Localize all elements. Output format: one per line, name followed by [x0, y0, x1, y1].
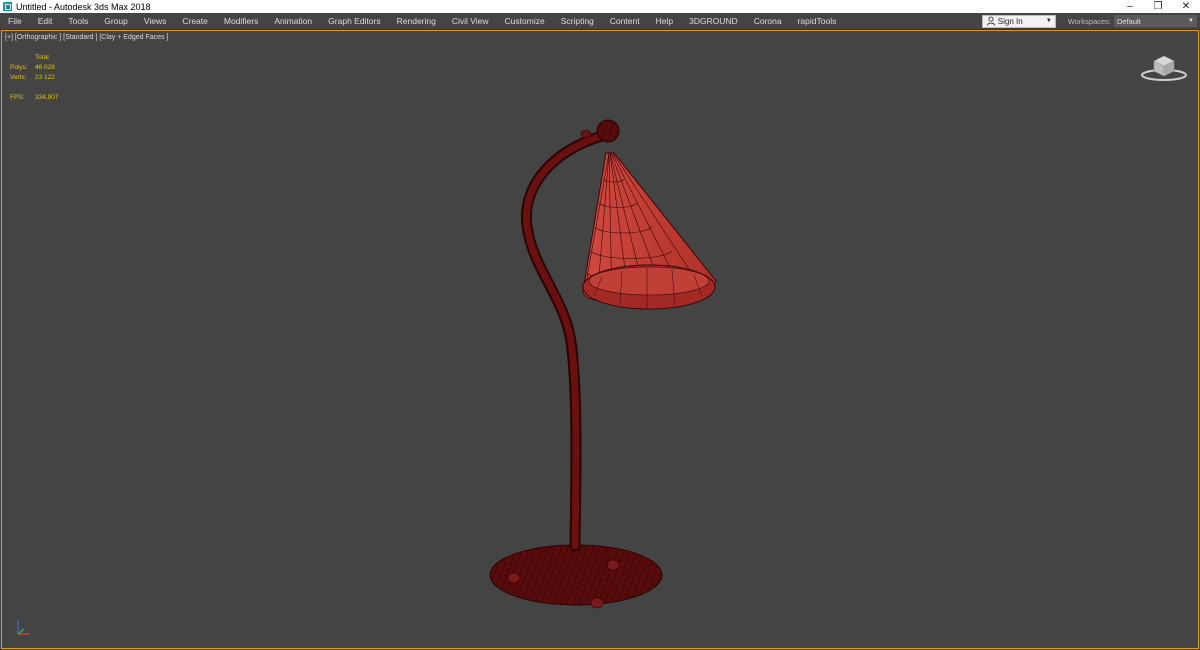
base-screw	[507, 572, 521, 584]
menu-corona[interactable]: Corona	[746, 13, 790, 29]
lamp-stem-highlight	[522, 132, 606, 550]
chevron-down-icon: ▼	[1188, 18, 1194, 24]
menu-views[interactable]: Views	[136, 13, 175, 29]
menu-file[interactable]: File	[0, 13, 30, 29]
menu-bar: File Edit Tools Group Views Create Modif…	[0, 13, 1200, 30]
menu-tools[interactable]: Tools	[60, 13, 96, 29]
sign-in-dropdown[interactable]: Sign In ▼	[981, 14, 1056, 28]
statistics-overlay: Total Polys: 46 028 Verts: 23 122 FPS: 3…	[10, 53, 75, 103]
verts-value: 23 122	[35, 74, 55, 81]
lamp-stem	[520, 130, 608, 552]
desk-lamp-model[interactable]	[472, 91, 732, 631]
polys-label: Polys:	[10, 64, 28, 71]
user-icon	[986, 16, 996, 26]
fps-label: FPS:	[10, 94, 25, 101]
base-screw	[606, 559, 620, 571]
window-title: Untitled - Autodesk 3ds Max 2018	[16, 1, 151, 12]
chevron-down-icon: ▼	[1045, 18, 1052, 24]
menu-animation[interactable]: Animation	[266, 13, 320, 29]
menu-modifiers[interactable]: Modifiers	[216, 13, 266, 29]
workspace-select[interactable]: Default ▼	[1114, 15, 1197, 27]
viewport-label-menu[interactable]: [+] [Orthographic ] [Standard ] [Clay + …	[5, 34, 168, 41]
menu-help[interactable]: Help	[648, 13, 681, 29]
lamp-joint	[596, 119, 620, 143]
axis-tripod-icon	[17, 620, 30, 635]
menu-customize[interactable]: Customize	[497, 13, 553, 29]
menu-create[interactable]: Create	[174, 13, 216, 29]
base-screw	[590, 597, 604, 609]
restore-button[interactable]: ❐	[1144, 0, 1172, 13]
menu-3dground[interactable]: 3DGROUND	[681, 13, 746, 29]
3dsmax-app-icon[interactable]	[3, 2, 12, 11]
sign-in-label: Sign In	[997, 16, 1023, 26]
menu-content[interactable]: Content	[602, 13, 648, 29]
lamp-joint-cap	[580, 129, 592, 139]
stats-header: Total	[35, 54, 49, 61]
menu-civil-view[interactable]: Civil View	[444, 13, 497, 29]
menu-edit[interactable]: Edit	[30, 13, 61, 29]
menu-group[interactable]: Group	[96, 13, 136, 29]
workspaces-label: Workspaces:	[1067, 16, 1111, 26]
verts-label: Verts:	[10, 74, 27, 81]
menu-rapidtools[interactable]: rapidTools	[790, 13, 845, 29]
menu-rendering[interactable]: Rendering	[389, 13, 444, 29]
workspace-value: Default	[1117, 16, 1141, 26]
close-button[interactable]: ✕	[1172, 0, 1200, 13]
shade-inner	[588, 266, 710, 296]
minimize-button[interactable]: –	[1116, 0, 1144, 13]
window-controls: – ❐ ✕	[1116, 0, 1200, 13]
viewport-orthographic[interactable]: [+] [Orthographic ] [Standard ] [Clay + …	[1, 30, 1199, 649]
menu-scripting[interactable]: Scripting	[553, 13, 602, 29]
polys-value: 46 028	[35, 64, 55, 71]
menu-graph-editors[interactable]: Graph Editors	[320, 13, 388, 29]
viewcube-icon[interactable]	[1138, 49, 1190, 85]
fps-value: 334,907	[35, 94, 59, 101]
title-bar: Untitled - Autodesk 3ds Max 2018 – ❐ ✕	[0, 0, 1200, 13]
